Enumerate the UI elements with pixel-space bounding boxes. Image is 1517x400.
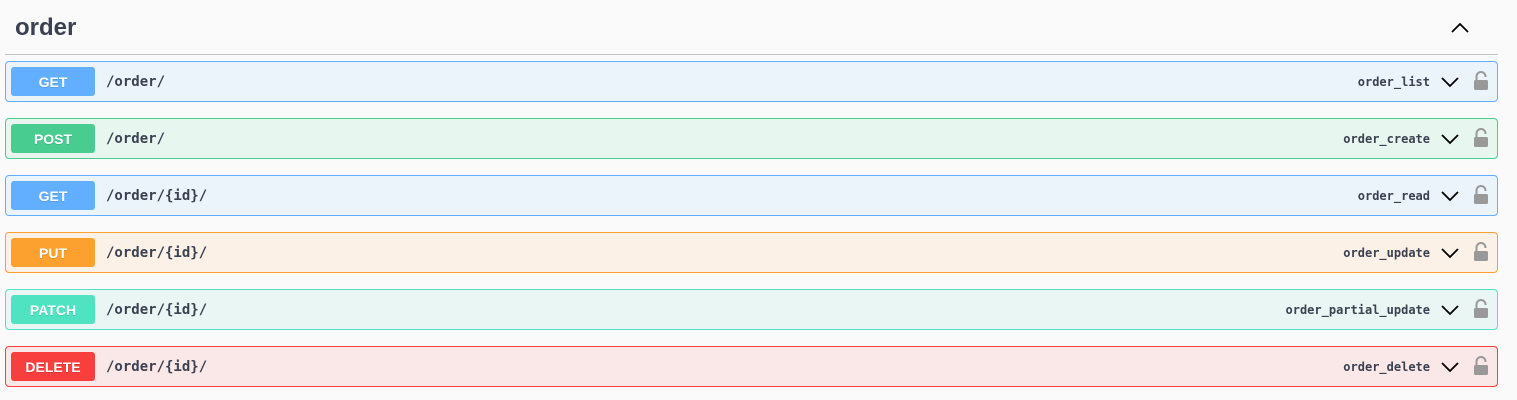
lock-icon	[1474, 242, 1488, 261]
lock-icon	[1474, 299, 1488, 318]
tag-title: order	[15, 14, 77, 41]
chevron-down-icon	[1441, 248, 1459, 259]
lock-icon	[1474, 128, 1488, 147]
operation-order-create[interactable]: POST /order/ order_create	[5, 118, 1498, 159]
operation-path: /order/{id}/	[106, 359, 208, 375]
authorize-button[interactable]	[1471, 183, 1491, 207]
method-badge: PUT	[11, 238, 95, 267]
operation-order-list[interactable]: GET /order/ order_list	[5, 61, 1498, 102]
operation-path: /order/{id}/	[106, 245, 208, 261]
chevron-down-icon	[1441, 305, 1459, 316]
operation-path: /order/	[106, 74, 166, 90]
chevron-up-icon	[1451, 22, 1469, 33]
expand-button[interactable]	[1439, 187, 1461, 205]
tag-header[interactable]: order	[5, 0, 1498, 55]
operation-order-update[interactable]: PUT /order/{id}/ order_update	[5, 232, 1498, 273]
operation-path: /order/{id}/	[106, 188, 208, 204]
operation-order-delete[interactable]: DELETE /order/{id}/ order_delete	[5, 346, 1498, 387]
lock-icon	[1474, 71, 1488, 90]
chevron-down-icon	[1441, 134, 1459, 145]
authorize-button[interactable]	[1471, 126, 1491, 150]
operation-id: order_update	[1343, 246, 1430, 260]
authorize-button[interactable]	[1471, 240, 1491, 264]
operation-id: order_delete	[1343, 360, 1430, 374]
method-badge: DELETE	[11, 352, 95, 381]
operation-path: /order/{id}/	[106, 302, 208, 318]
operation-id: order_create	[1343, 132, 1430, 146]
authorize-button[interactable]	[1471, 354, 1491, 378]
operation-order-partial-update[interactable]: PATCH /order/{id}/ order_partial_update	[5, 289, 1498, 330]
expand-button[interactable]	[1439, 73, 1461, 91]
chevron-down-icon	[1441, 191, 1459, 202]
operation-order-read[interactable]: GET /order/{id}/ order_read	[5, 175, 1498, 216]
lock-icon	[1474, 356, 1488, 375]
method-badge: GET	[11, 67, 95, 96]
method-badge: PATCH	[11, 295, 95, 324]
expand-button[interactable]	[1439, 301, 1461, 319]
expand-button[interactable]	[1439, 244, 1461, 262]
authorize-button[interactable]	[1471, 297, 1491, 321]
lock-icon	[1474, 185, 1488, 204]
operation-id: order_list	[1357, 75, 1430, 89]
order-tag-section: order GET /order/ order_list POST /order…	[0, 0, 1517, 400]
operation-path: /order/	[106, 131, 166, 147]
operation-id: order_partial_update	[1285, 303, 1431, 317]
method-badge: POST	[11, 124, 95, 153]
authorize-button[interactable]	[1471, 69, 1491, 93]
operation-id: order_read	[1357, 189, 1430, 203]
expand-button[interactable]	[1439, 130, 1461, 148]
expand-button[interactable]	[1439, 358, 1461, 376]
chevron-down-icon	[1441, 362, 1459, 373]
chevron-down-icon	[1441, 77, 1459, 88]
method-badge: GET	[11, 181, 95, 210]
collapse-button[interactable]	[1445, 15, 1475, 41]
